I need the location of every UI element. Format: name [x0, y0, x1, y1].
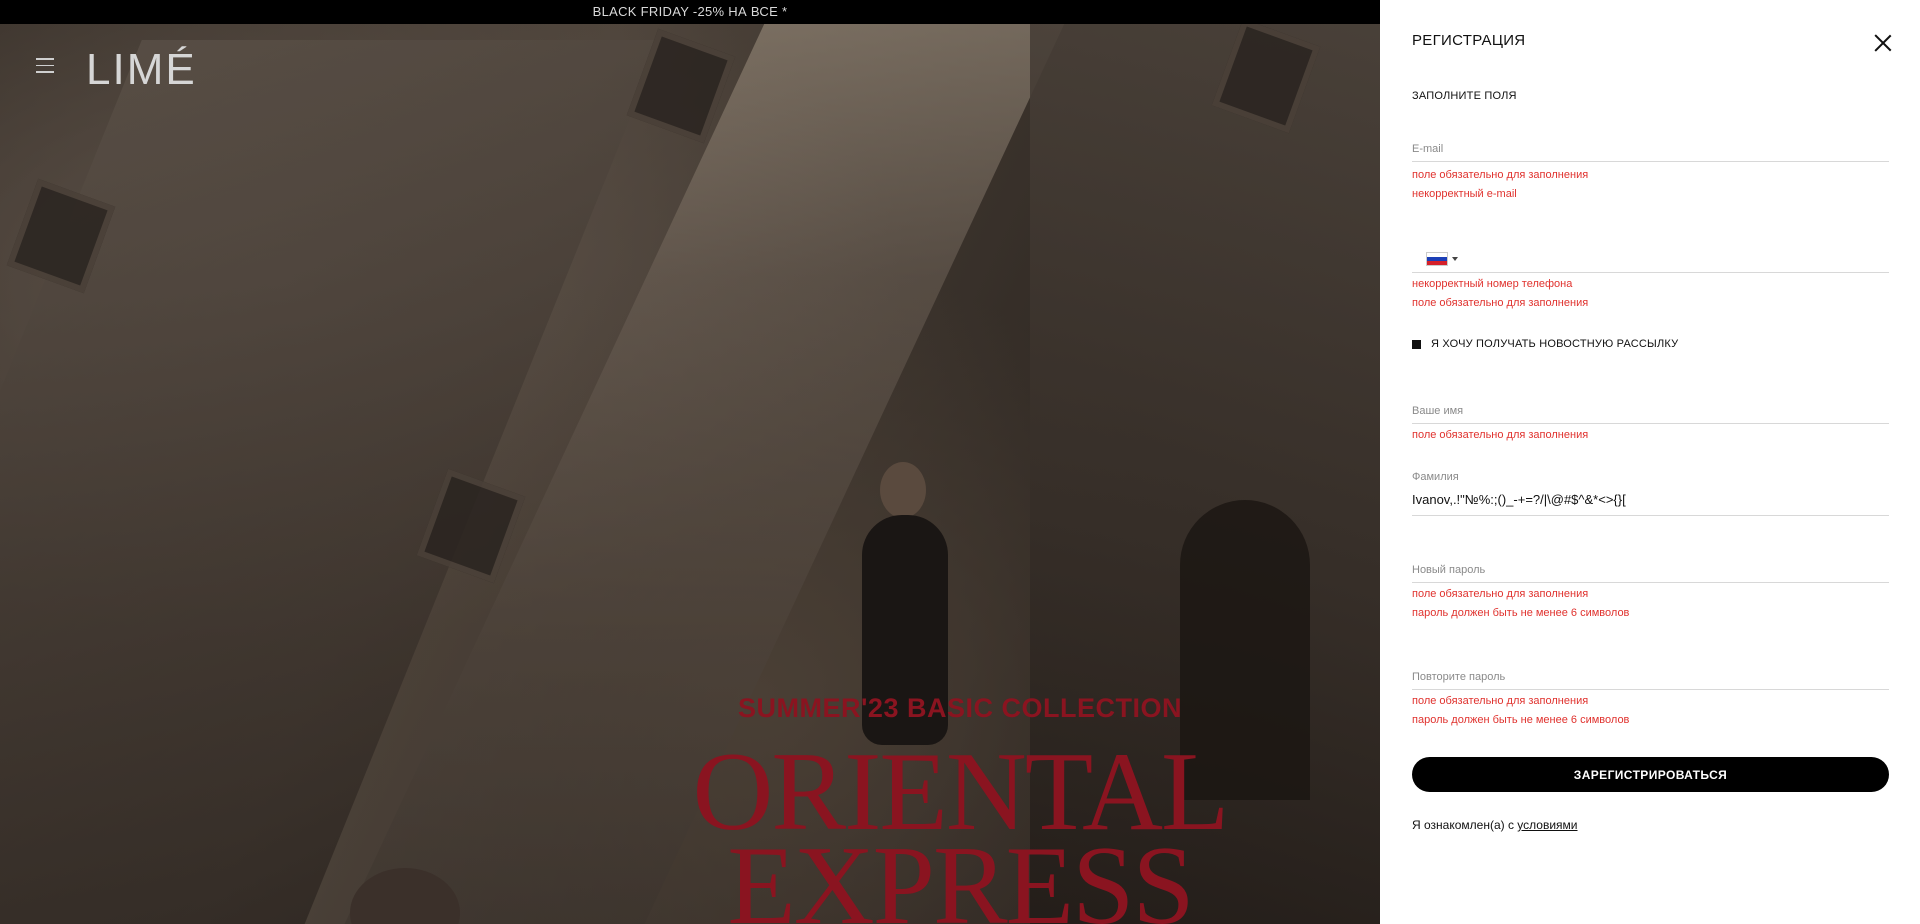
first-name-label: Ваше имя — [1412, 405, 1464, 417]
email-error: поле обязательно для заполнения — [1412, 169, 1589, 181]
newsletter-checkbox[interactable] — [1412, 339, 1421, 349]
repeat-password-label: Повторите пароль — [1412, 671, 1506, 683]
last-name-input[interactable] — [1412, 492, 1889, 507]
repeat-password-error: пароль должен быть не менее 6 символов — [1412, 714, 1630, 726]
repeat-password-field-group: Повторите пароль поле обязательно для за… — [1412, 671, 1889, 730]
hero-title: ORIENTAL EXPRESS — [660, 736, 1260, 924]
new-password-error: пароль должен быть не менее 6 символов — [1412, 607, 1630, 619]
last-name-label: Фамилия — [1412, 471, 1459, 483]
phone-error: поле обязательно для заполнения — [1412, 297, 1589, 309]
terms-prefix: Я ознакомлен(а) с — [1412, 818, 1518, 832]
logo-text: LIMÉ — [86, 45, 197, 94]
hero-title-line: EXPRESS — [727, 824, 1194, 924]
panel-title: РЕГИСТРАЦИЯ — [1412, 32, 1526, 49]
terms-link[interactable]: условиями — [1517, 818, 1577, 832]
model-figure — [880, 462, 926, 518]
register-button[interactable]: ЗАРЕГИСТРИРОВАТЬСЯ — [1412, 757, 1889, 792]
first-name-field-group: Ваше имя поле обязательно для заполнения — [1412, 405, 1889, 445]
newsletter-label: Я ХОЧУ ПОЛУЧАТЬ НОВОСТНУЮ РАССЫЛКУ — [1431, 338, 1679, 350]
hamburger-menu-icon[interactable] — [36, 58, 54, 74]
hero-banner[interactable]: SUMMER'23 BASIC COLLECTION ORIENTAL EXPR… — [0, 0, 1380, 924]
phone-field-group: некорректный номер телефона поле обязате… — [1412, 246, 1889, 313]
promo-banner[interactable]: BLACK FRIDAY -25% НА ВСЕ * — [0, 0, 1380, 24]
newsletter-checkbox-row[interactable]: Я ХОЧУ ПОЛУЧАТЬ НОВОСТНУЮ РАССЫЛКУ — [1412, 338, 1678, 350]
new-password-error: поле обязательно для заполнения — [1412, 588, 1589, 600]
chevron-down-icon[interactable] — [1452, 257, 1458, 261]
email-error: некорректный e-mail — [1412, 188, 1517, 200]
email-field-group: E-mail поле обязательно для заполнения н… — [1412, 143, 1889, 204]
first-name-error: поле обязательно для заполнения — [1412, 429, 1589, 441]
new-password-field-group: Новый пароль поле обязательно для заполн… — [1412, 564, 1889, 623]
close-icon[interactable] — [1874, 34, 1892, 52]
last-name-field-group: Фамилия — [1412, 471, 1889, 516]
phone-input[interactable] — [1412, 246, 1889, 273]
new-password-label: Новый пароль — [1412, 564, 1486, 576]
repeat-password-error: поле обязательно для заполнения — [1412, 695, 1589, 707]
registration-panel: РЕГИСТРАЦИЯ ЗАПОЛНИТЕ ПОЛЯ E-mail поле о… — [1380, 0, 1920, 924]
phone-error: некорректный номер телефона — [1412, 278, 1573, 290]
terms-text: Я ознакомлен(а) с условиями — [1412, 818, 1578, 832]
form-subtitle: ЗАПОЛНИТЕ ПОЛЯ — [1412, 90, 1517, 102]
email-label: E-mail — [1412, 143, 1444, 155]
russia-flag-icon[interactable] — [1426, 252, 1448, 266]
hero-subtitle: SUMMER'23 BASIC COLLECTION — [738, 693, 1182, 723]
brand-logo[interactable]: LIMÉ — [86, 48, 197, 92]
